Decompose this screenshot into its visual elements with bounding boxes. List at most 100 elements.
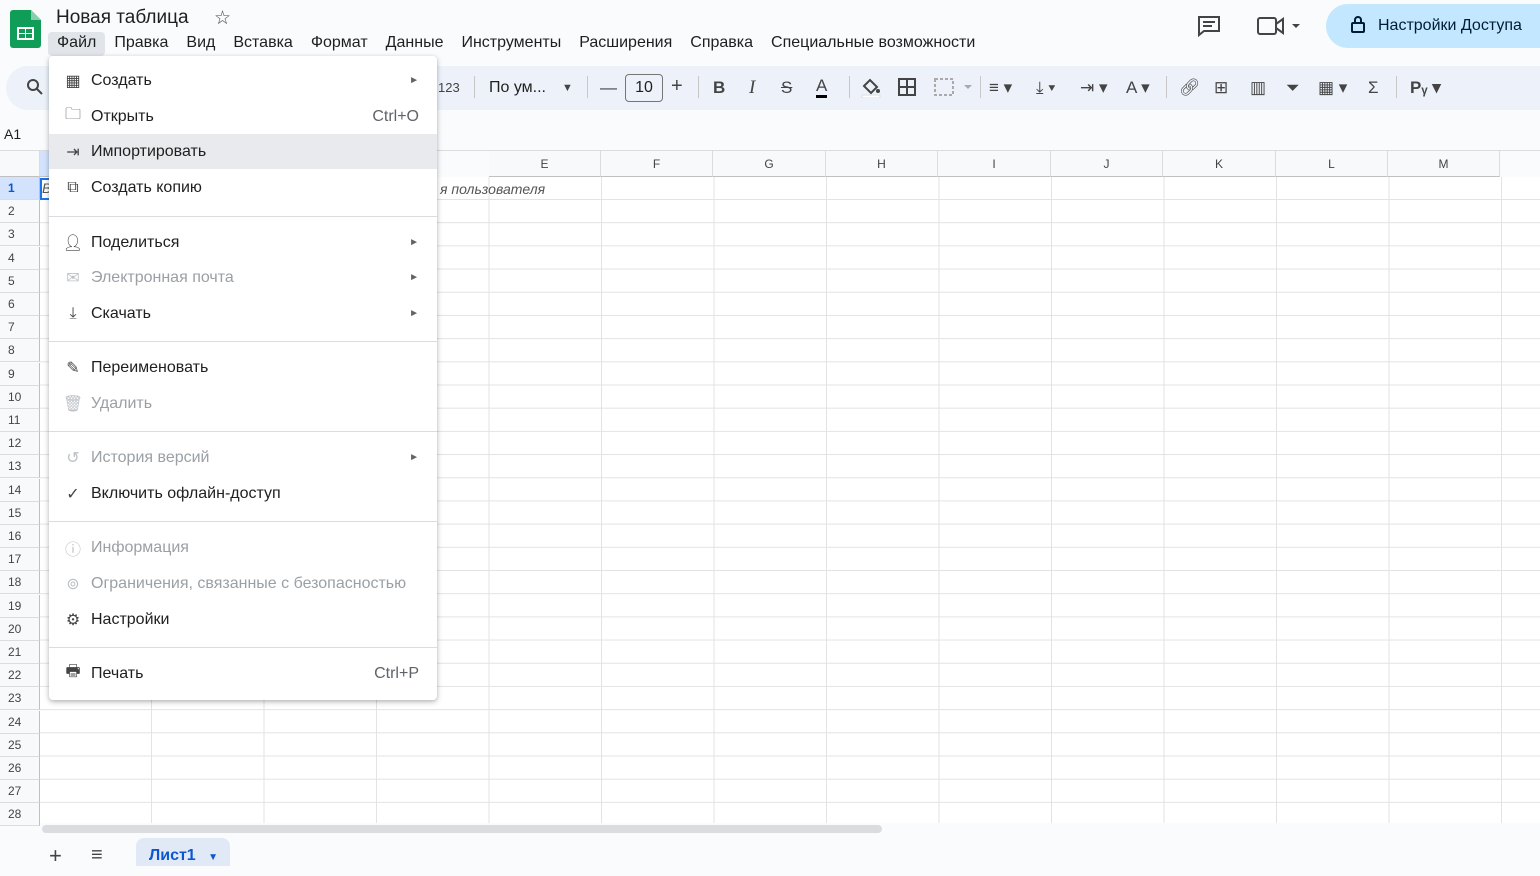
column-header[interactable]: K (1163, 151, 1276, 177)
row-header[interactable]: 20 (0, 617, 40, 641)
font-family-select[interactable]: По ум... (489, 77, 546, 99)
file-menu-item[interactable]: ✎ Переименовать (49, 350, 437, 385)
italic-icon[interactable]: I (749, 77, 755, 99)
share-person-icon: 👤︎ (62, 234, 84, 252)
row-header[interactable]: 22 (0, 664, 40, 688)
column-header[interactable]: I (938, 151, 1051, 177)
menu-extensions[interactable]: Расширения (570, 32, 681, 56)
row-header[interactable]: 21 (0, 641, 40, 664)
functions-icon[interactable]: Σ (1368, 77, 1379, 99)
chevron-down-icon[interactable]: ▼ (562, 77, 573, 99)
row-header[interactable]: 27 (0, 780, 40, 804)
fill-color-icon[interactable] (860, 76, 882, 98)
menu-tools[interactable]: Инструменты (452, 32, 570, 56)
row-header[interactable]: 9 (0, 362, 40, 386)
file-menu-item[interactable]: 🖶︎ Печать Ctrl+P (49, 656, 437, 691)
column-header[interactable]: H (826, 151, 938, 177)
row-header[interactable]: 1 (0, 177, 40, 200)
menu-insert[interactable]: Вставка (224, 32, 301, 56)
menu-accessibility[interactable]: Специальные возможности (762, 32, 984, 56)
row-header[interactable]: 8 (0, 339, 40, 363)
row-header[interactable]: 2 (0, 200, 40, 224)
document-title[interactable]: Новая таблица (56, 7, 189, 29)
row-header[interactable]: 23 (0, 687, 40, 711)
row-header[interactable]: 19 (0, 594, 40, 618)
menu-help[interactable]: Справка (681, 32, 762, 56)
column-header[interactable]: J (1051, 151, 1163, 177)
sheets-logo-icon[interactable] (10, 10, 41, 48)
all-sheets-icon[interactable]: ≡ (91, 844, 103, 867)
horizontal-scrollbar[interactable] (42, 825, 882, 833)
text-rotation-icon[interactable]: A ▾ (1126, 77, 1150, 99)
add-sheet-icon[interactable]: + (49, 843, 62, 869)
menu-file[interactable]: Файл (48, 32, 106, 56)
insert-chart-icon[interactable]: ▥ (1250, 77, 1266, 99)
file-menu-item-label: Поделиться (91, 233, 180, 251)
sheet-tab[interactable]: Лист1 ▼ (136, 838, 230, 866)
file-menu-item[interactable]: 🗀︎ Открыть Ctrl+O (49, 99, 437, 134)
file-menu-item[interactable]: ▦ Создать ► (49, 63, 437, 98)
row-header[interactable]: 25 (0, 733, 40, 757)
comments-icon[interactable] (1196, 14, 1222, 38)
input-tools-icon[interactable]: Pᵧ ▾ (1410, 77, 1441, 99)
file-menu-item[interactable]: ⇥ Импортировать (49, 134, 437, 169)
row-header[interactable]: 7 (0, 316, 40, 340)
row-header[interactable]: 15 (0, 501, 40, 525)
number-format-button[interactable]: 123 (438, 77, 460, 99)
insert-link-icon[interactable]: 🔗︎ (1179, 77, 1201, 99)
horizontal-align-icon[interactable]: ≡ ▾ (989, 77, 1012, 99)
row-header[interactable]: 13 (0, 455, 40, 479)
column-header[interactable]: F (601, 151, 713, 177)
file-menu-item[interactable]: ⧉ Создать копию (49, 170, 437, 205)
column-header[interactable]: E (489, 151, 601, 177)
info-icon: ⓘ (64, 541, 81, 559)
toolbar-divider (474, 76, 475, 98)
share-button[interactable]: Настройки Доступа (1326, 4, 1540, 48)
row-header[interactable]: 12 (0, 432, 40, 456)
file-menu-item[interactable]: ⚙ Настройки (49, 602, 437, 637)
row-header[interactable]: 26 (0, 757, 40, 780)
row-header[interactable]: 24 (0, 710, 40, 734)
row-header[interactable]: 16 (0, 525, 40, 548)
menu-format[interactable]: Формат (302, 32, 377, 56)
column-header[interactable]: M (1388, 151, 1500, 177)
row-header[interactable]: 17 (0, 548, 40, 572)
insert-comment-icon[interactable]: ⊞ (1214, 77, 1228, 99)
row-header[interactable]: 14 (0, 478, 40, 502)
menu-view[interactable]: Вид (177, 32, 224, 56)
star-icon[interactable]: ☆ (214, 7, 231, 30)
file-menu-item[interactable]: 👤︎ Поделиться ► (49, 225, 437, 260)
row-header[interactable]: 5 (0, 269, 40, 293)
font-size-input[interactable]: 10 (625, 74, 663, 102)
vertical-align-icon[interactable]: ⤓ ▾ (1036, 77, 1055, 99)
menu-edit[interactable]: Правка (105, 32, 177, 56)
increase-font-size-icon[interactable]: + (671, 75, 683, 97)
bold-icon[interactable]: B (713, 77, 725, 99)
decrease-font-size-icon[interactable]: — (600, 77, 617, 99)
search-menus-icon[interactable] (26, 78, 44, 96)
menu-data[interactable]: Данные (377, 32, 453, 56)
row-header[interactable]: 28 (0, 803, 40, 827)
row-header[interactable]: 10 (0, 385, 40, 409)
filter-views-icon[interactable]: ▦ ▾ (1318, 77, 1347, 99)
row-header[interactable]: 11 (0, 409, 40, 432)
column-header[interactable]: G (713, 151, 826, 177)
select-all-corner[interactable] (0, 151, 40, 177)
text-wrap-icon[interactable]: ⇥ ▾ (1080, 77, 1108, 99)
row-header[interactable]: 3 (0, 223, 40, 247)
text-color-icon[interactable]: A (816, 77, 828, 98)
chevron-down-icon[interactable]: ▼ (208, 852, 218, 863)
merge-cells-icon[interactable] (934, 78, 974, 96)
file-menu-item[interactable]: ⤓ Скачать ► (49, 296, 437, 331)
file-menu-item[interactable]: ✓ Включить офлайн-доступ (49, 476, 437, 511)
row-header[interactable]: 4 (0, 246, 40, 270)
column-header[interactable]: L (1276, 151, 1388, 177)
filter-icon[interactable]: ⏷ (1286, 77, 1300, 99)
meet-video-icon[interactable] (1256, 14, 1304, 38)
name-box[interactable]: A1 (4, 126, 21, 142)
borders-icon[interactable] (898, 78, 916, 96)
file-menu-item-label: Ограничения, связанные с безопасностью (91, 574, 407, 592)
row-header[interactable]: 6 (0, 293, 40, 316)
strikethrough-icon[interactable]: S (781, 77, 792, 99)
row-header[interactable]: 18 (0, 571, 40, 595)
